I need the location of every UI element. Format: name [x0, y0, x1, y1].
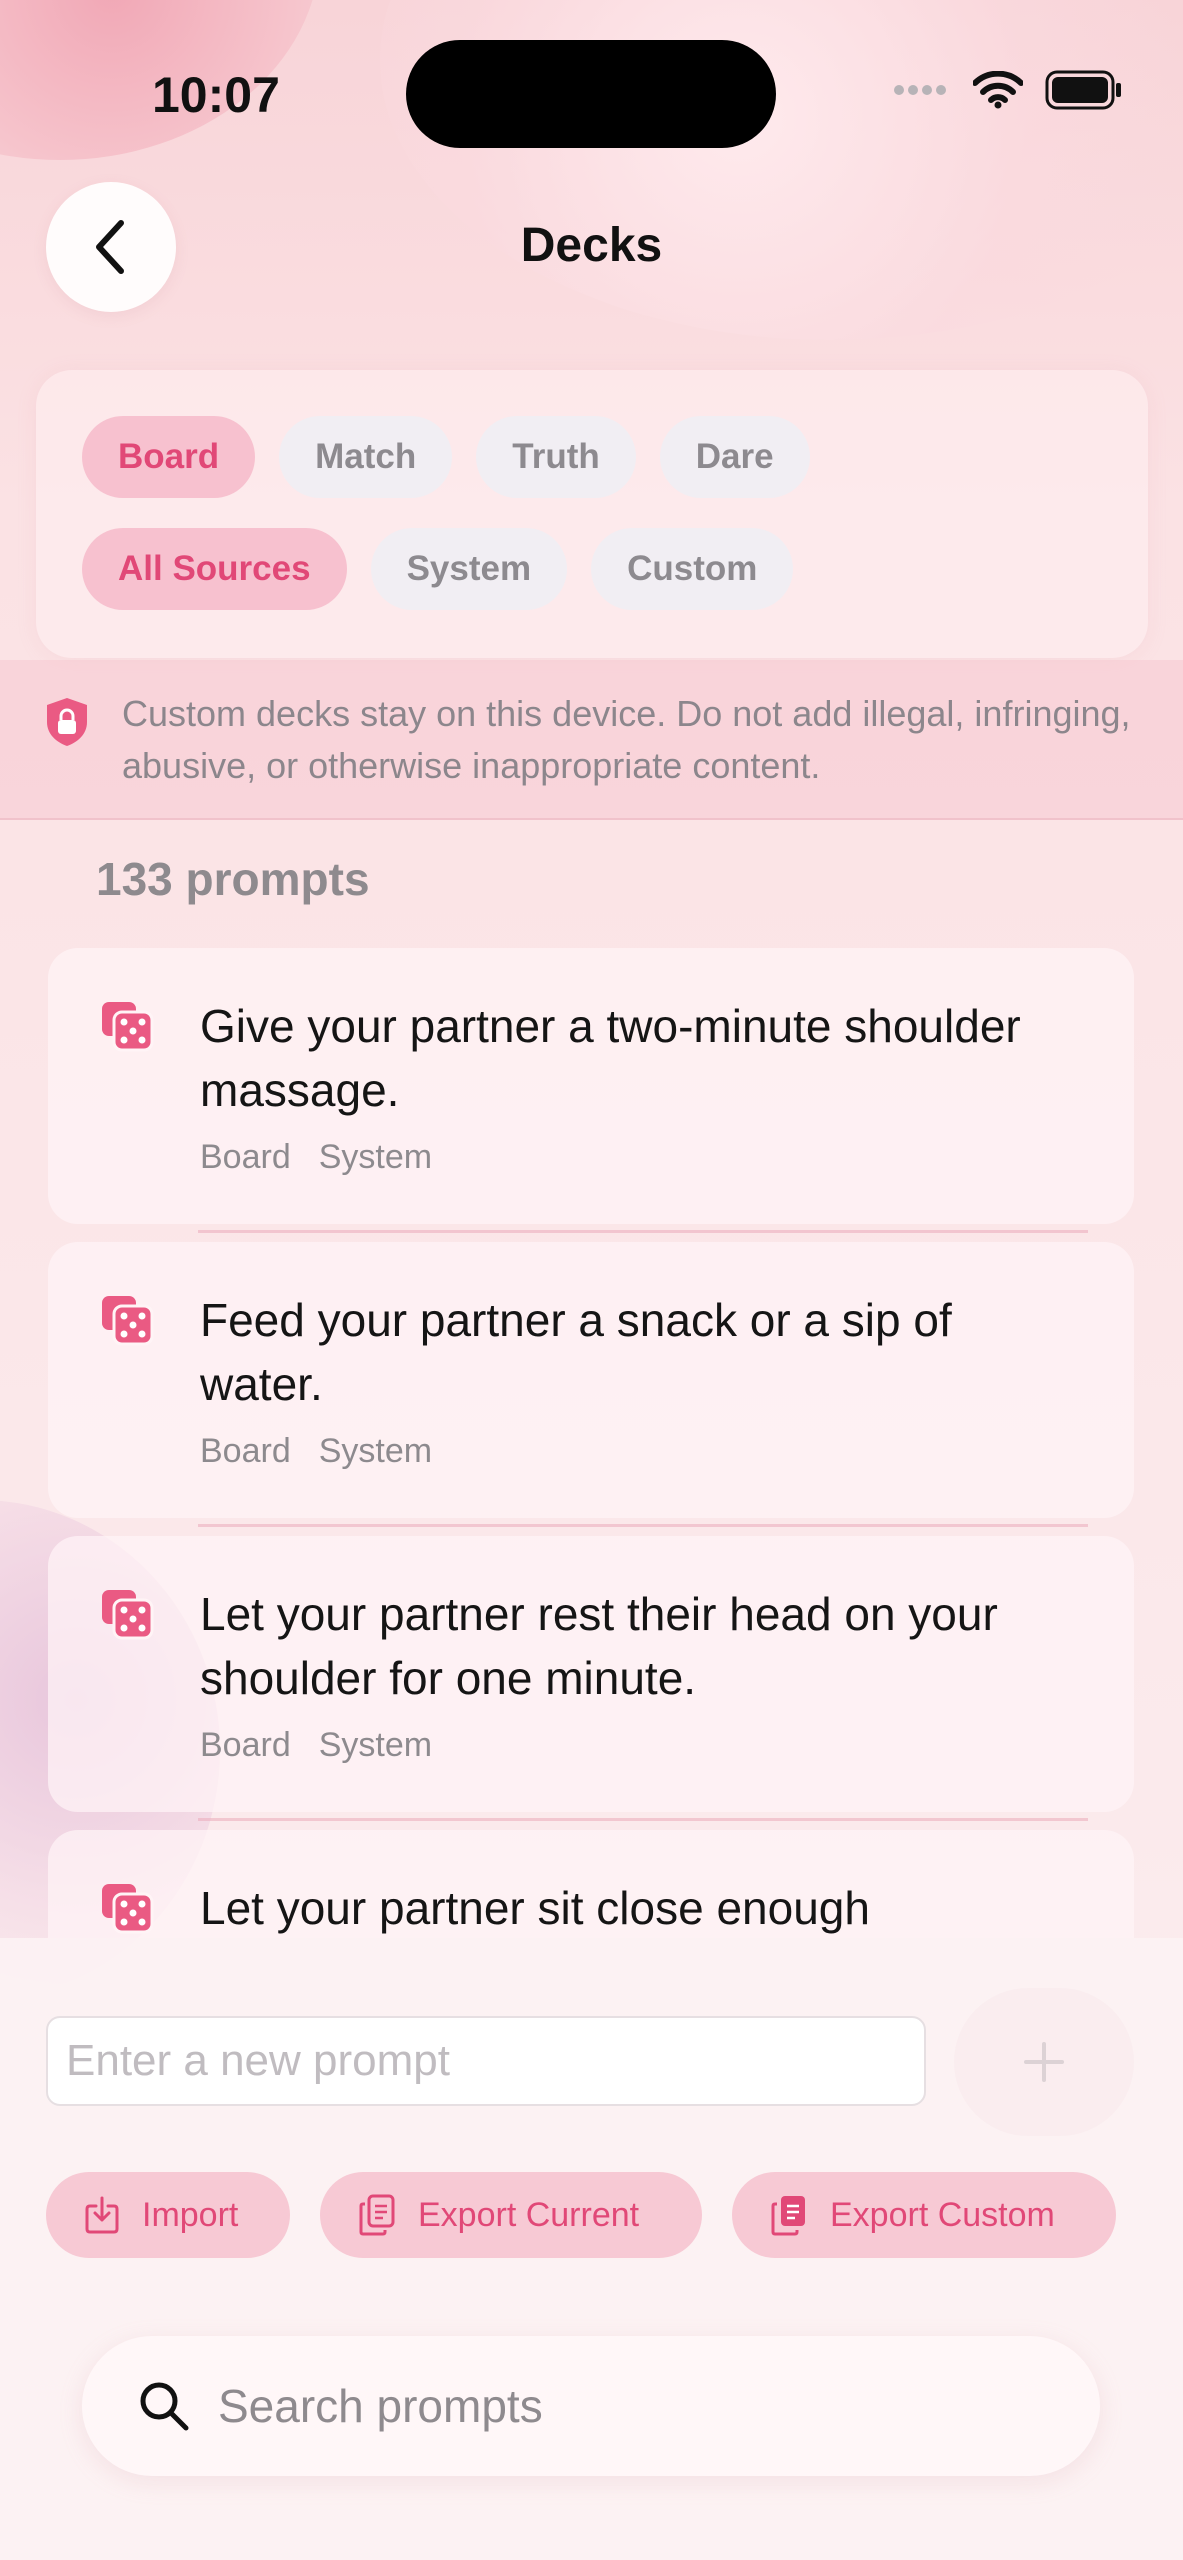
- dice-icon: [102, 1296, 154, 1346]
- chip-match[interactable]: Match: [279, 416, 453, 498]
- prompt-text: Let your partner sit close enough: [200, 1882, 870, 1934]
- export-current-button[interactable]: Export Current: [320, 2172, 702, 2258]
- prompt-card[interactable]: Give your partner a two-minute shoulder …: [48, 948, 1134, 1224]
- type-filter-row: Board Match Truth Dare: [82, 416, 810, 498]
- status-time: 10:07: [152, 67, 280, 123]
- tag-source: System: [318, 1138, 433, 1176]
- prompt-text: Give your partner a two-minute shoulder …: [200, 1000, 1021, 1116]
- privacy-notice: Custom decks stay on this device. Do not…: [0, 660, 1183, 820]
- prompt-text: Feed your partner a snack or a sip of wa…: [200, 1294, 952, 1410]
- import-icon: [85, 2196, 119, 2234]
- prompt-tags: Board System: [200, 1432, 432, 1471]
- notice-text: Custom decks stay on this device. Do not…: [122, 693, 1131, 786]
- documents-icon: [359, 2194, 395, 2236]
- export-current-label: Export Current: [418, 2195, 640, 2234]
- tag-type: Board: [200, 1138, 291, 1176]
- chip-board[interactable]: Board: [82, 416, 256, 498]
- new-prompt-input[interactable]: [46, 2016, 926, 2106]
- import-label: Import: [142, 2195, 239, 2234]
- chip-truth[interactable]: Truth: [476, 416, 636, 498]
- divider: [198, 1818, 1088, 1821]
- tag-source: System: [318, 1432, 433, 1470]
- source-filter-row: All Sources System Custom: [82, 528, 794, 610]
- search-icon: [140, 2382, 189, 2431]
- battery-icon: [1045, 70, 1121, 110]
- prompt-card[interactable]: Feed your partner a snack or a sip of wa…: [48, 1242, 1134, 1518]
- search-bar[interactable]: [82, 2336, 1100, 2476]
- signal-icon: [894, 85, 946, 95]
- page-title: Decks: [520, 219, 663, 272]
- add-prompt-button[interactable]: [954, 1988, 1134, 2136]
- search-input[interactable]: [218, 2379, 1038, 2433]
- prompt-list[interactable]: Give your partner a two-minute shoulder …: [48, 948, 1134, 1938]
- dice-icon: [102, 1884, 154, 1934]
- filter-card: Board Match Truth Dare All Sources Syste…: [36, 370, 1148, 658]
- chip-custom[interactable]: Custom: [591, 528, 794, 610]
- prompt-card[interactable]: Let your partner sit close enough: [48, 1830, 1134, 1938]
- import-button[interactable]: Import: [46, 2172, 290, 2258]
- shield-lock-icon: [47, 698, 87, 746]
- documents-filled-icon: [771, 2196, 805, 2236]
- export-custom-label: Export Custom: [830, 2195, 1055, 2234]
- tag-type: Board: [200, 1432, 291, 1470]
- tag-type: Board: [200, 1726, 291, 1764]
- dice-icon: [102, 1590, 154, 1640]
- divider: [198, 1230, 1088, 1233]
- prompt-card[interactable]: Let your partner rest their head on your…: [48, 1536, 1134, 1812]
- chip-dare[interactable]: Dare: [659, 416, 810, 498]
- wifi-icon: [973, 71, 1023, 109]
- dice-icon: [102, 1002, 154, 1052]
- prompt-count: 133 prompts: [96, 853, 370, 905]
- status-icons: [891, 70, 1123, 110]
- chip-all-sources[interactable]: All Sources: [82, 528, 347, 610]
- prompt-tags: Board System: [200, 1726, 432, 1765]
- export-custom-button[interactable]: Export Custom: [732, 2172, 1116, 2258]
- tag-source: System: [318, 1726, 433, 1764]
- plus-icon: [1024, 2042, 1064, 2082]
- prompt-text: Let your partner rest their head on your…: [200, 1588, 998, 1704]
- divider: [198, 1524, 1088, 1527]
- action-row: Import Export Current Export Custom: [46, 2172, 1116, 2258]
- chip-system[interactable]: System: [370, 528, 568, 610]
- prompt-tags: Board System: [200, 1138, 432, 1177]
- dynamic-island: [406, 40, 776, 148]
